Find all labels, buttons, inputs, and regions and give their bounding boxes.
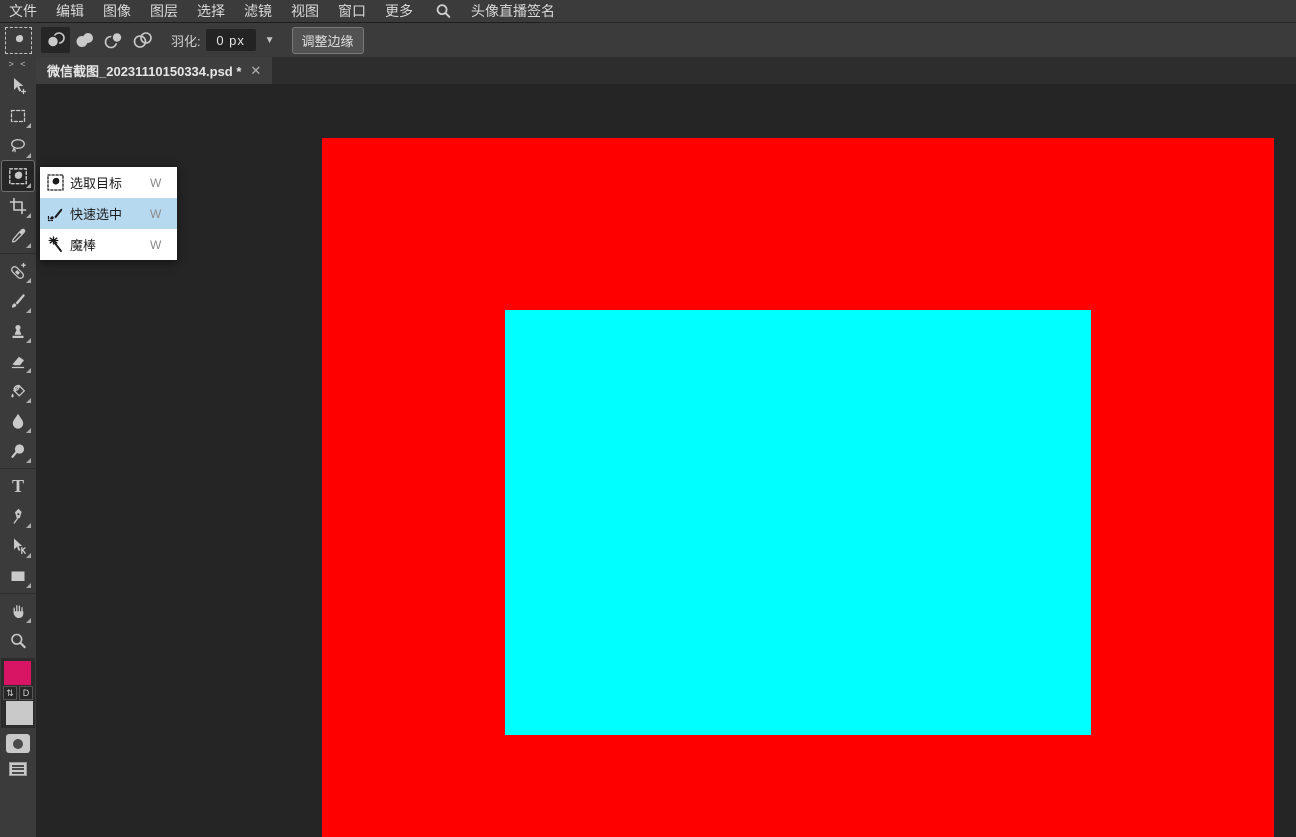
add-to-selection-icon[interactable] — [70, 27, 99, 53]
brush-tool[interactable] — [2, 286, 34, 316]
canvas-area[interactable] — [36, 84, 1296, 837]
eyedropper-tool[interactable] — [2, 221, 34, 251]
tool-sidebar: > < — [0, 57, 36, 837]
path-select-icon — [8, 536, 28, 556]
quick-selection-icon — [40, 205, 70, 222]
menu-image[interactable]: 图像 — [103, 1, 131, 21]
menu-more[interactable]: 更多 — [385, 1, 413, 21]
default-colors-icon[interactable]: D — [19, 686, 33, 700]
blur-tool[interactable] — [2, 406, 34, 436]
quick-mask-icon[interactable] — [6, 734, 30, 753]
type-tool[interactable]: T — [2, 471, 34, 501]
subtract-from-selection-icon[interactable] — [99, 27, 128, 53]
quick-selection-tool[interactable] — [2, 161, 34, 191]
menu-view[interactable]: 视图 — [291, 1, 319, 21]
select-subject-icon — [40, 174, 70, 191]
toolbar-separator — [0, 468, 36, 469]
eyedropper-icon — [8, 226, 28, 246]
move-icon — [8, 76, 28, 96]
clone-stamp-icon — [8, 321, 28, 341]
zoom-icon — [8, 631, 28, 651]
paint-bucket-tool[interactable] — [2, 376, 34, 406]
toolbar-separator — [0, 253, 36, 254]
hand-icon — [8, 601, 28, 621]
account-text[interactable]: 头像直播签名 — [471, 1, 555, 21]
pen-icon — [8, 506, 28, 526]
menu-layer[interactable]: 图层 — [150, 1, 178, 21]
spot-healing-icon — [8, 261, 28, 281]
refine-edge-button[interactable]: 调整边缘 — [292, 27, 364, 54]
swap-colors-icon[interactable]: ⇅ — [3, 686, 17, 700]
dodge-icon — [8, 441, 28, 461]
intersect-selection-icon[interactable] — [128, 27, 157, 53]
brush-icon — [8, 291, 28, 311]
menu-bar: 文件 编辑 图像 图层 选择 滤镜 视图 窗口 更多 头像直播签名 — [0, 0, 1296, 22]
feather-input[interactable]: 0 px — [206, 29, 256, 51]
toolbar-collapse-icon[interactable]: > < — [8, 57, 27, 71]
flyout-item-select-subject[interactable]: 选取目标 W — [40, 167, 177, 198]
magic-wand-icon — [40, 236, 70, 253]
menu-filter[interactable]: 滤镜 — [244, 1, 272, 21]
crop-icon — [8, 196, 28, 216]
menubar-divider — [0, 22, 540, 23]
tab-close-icon[interactable]: ✕ — [250, 64, 261, 77]
blur-icon — [8, 411, 28, 431]
paint-bucket-icon — [8, 381, 28, 401]
rectangle-icon — [8, 566, 28, 586]
new-selection-icon[interactable] — [41, 27, 70, 53]
rect-select-tool[interactable] — [2, 101, 34, 131]
document-tab[interactable]: 微信截图_20231110150334.psd * ✕ — [36, 57, 272, 84]
flyout-label: 快速选中 — [70, 204, 150, 223]
flyout-shortcut: W — [150, 207, 177, 221]
tool-flyout-menu: 选取目标 W 快速选中 W 魔棒 W — [40, 167, 177, 260]
color-swatches: ⇅ D — [1, 658, 35, 728]
pen-tool[interactable] — [2, 501, 34, 531]
feather-label: 羽化: — [171, 31, 201, 50]
flyout-shortcut: W — [150, 238, 177, 252]
eraser-tool[interactable] — [2, 346, 34, 376]
flyout-shortcut: W — [150, 176, 177, 190]
flyout-item-magic-wand[interactable]: 魔棒 W — [40, 229, 177, 260]
menu-select[interactable]: 选择 — [197, 1, 225, 21]
foreground-color-swatch[interactable] — [4, 661, 31, 685]
clone-stamp-tool[interactable] — [2, 316, 34, 346]
flyout-label: 选取目标 — [70, 173, 150, 192]
document-tab-bar: 微信截图_20231110150334.psd * ✕ — [36, 57, 1296, 84]
quick-mask-dot — [13, 739, 23, 749]
screen-mode-icon[interactable] — [9, 762, 27, 776]
dodge-tool[interactable] — [2, 436, 34, 466]
flyout-label: 魔棒 — [70, 235, 150, 254]
zoom-tool[interactable] — [2, 626, 34, 656]
crop-tool[interactable] — [2, 191, 34, 221]
eraser-icon — [8, 351, 28, 371]
feather-dropdown-icon[interactable]: ▼ — [265, 35, 275, 46]
toolbar-separator — [0, 593, 36, 594]
rect-select-icon — [8, 106, 28, 126]
document-canvas[interactable] — [322, 138, 1274, 837]
hand-tool[interactable] — [2, 596, 34, 626]
spot-healing-tool[interactable] — [2, 256, 34, 286]
menu-edit[interactable]: 编辑 — [56, 1, 84, 21]
path-select-tool[interactable] — [2, 531, 34, 561]
search-icon[interactable] — [434, 2, 452, 20]
move-tool[interactable] — [2, 71, 34, 101]
menu-file[interactable]: 文件 — [9, 1, 37, 21]
tool-options-bar: 羽化: 0 px ▼ 调整边缘 — [0, 23, 1296, 57]
menu-window[interactable]: 窗口 — [338, 1, 366, 21]
photo-editor-app: 文件 编辑 图像 图层 选择 滤镜 视图 窗口 更多 头像直播签名 羽化: 0 … — [0, 0, 1296, 837]
background-color-swatch[interactable] — [6, 701, 33, 725]
flyout-item-quick-selection[interactable]: 快速选中 W — [40, 198, 177, 229]
type-icon: T — [12, 477, 24, 495]
document-tab-title: 微信截图_20231110150334.psd * — [47, 61, 241, 80]
quick-selection-icon[interactable] — [5, 27, 32, 54]
lasso-tool[interactable] — [2, 131, 34, 161]
lasso-icon — [8, 136, 28, 156]
inner-rectangle[interactable] — [505, 310, 1091, 735]
rectangle-tool[interactable] — [2, 561, 34, 591]
